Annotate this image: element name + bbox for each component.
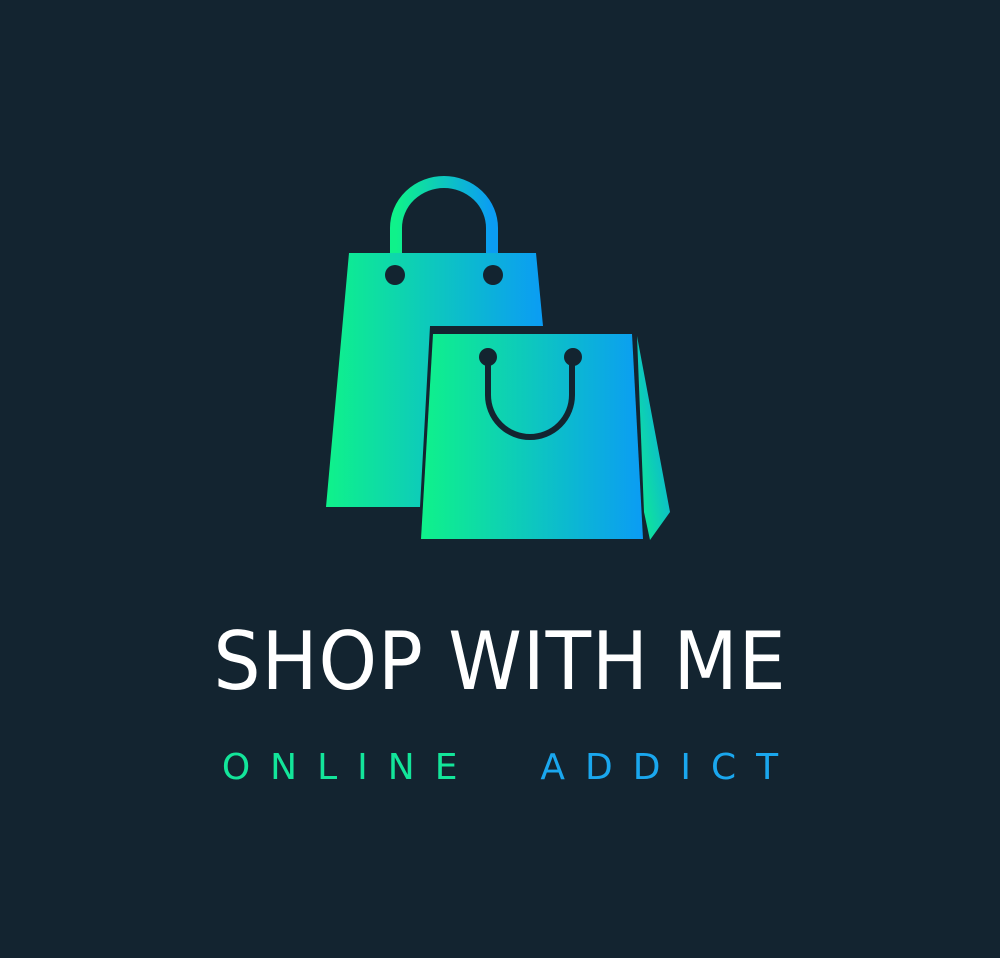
brand-tagline: ONLINE ADDICT: [0, 746, 1000, 790]
back-bag-handle: [390, 176, 498, 260]
front-bag-hole-left: [479, 348, 497, 366]
tagline-word-online: ONLINE: [221, 747, 478, 788]
front-bag-side-panel: [637, 336, 670, 540]
front-bag-hole-right: [564, 348, 582, 366]
back-bag-hole-left: [385, 265, 405, 285]
back-bag-hole-right: [483, 265, 503, 285]
shopping-bags-logo: [326, 176, 670, 540]
front-bag-icon: [421, 334, 670, 540]
brand-title: SHOP WITH ME: [213, 615, 787, 708]
tagline-word-addict: ADDICT: [540, 747, 799, 788]
logo-canvas: SHOP WITH ME ONLINE ADDICT: [0, 0, 1000, 958]
